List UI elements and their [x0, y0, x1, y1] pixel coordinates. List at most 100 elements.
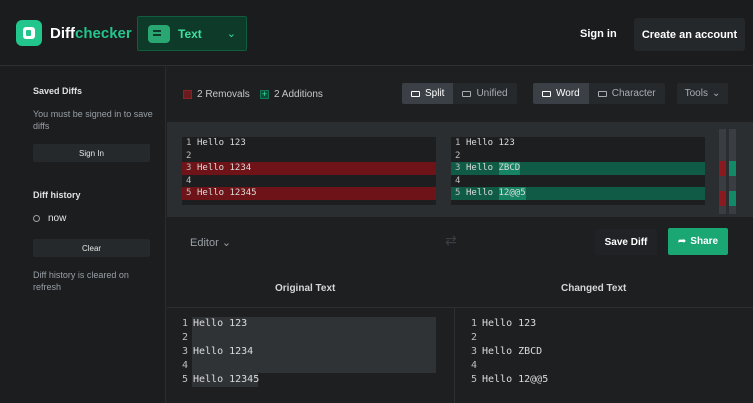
line-text: Hello 123 [193, 318, 248, 329]
line-number: 4 [455, 175, 461, 186]
line-number: 5 [182, 374, 189, 385]
changed-word-highlight: ZBCD [498, 162, 521, 175]
split-view-button[interactable]: Split [402, 83, 454, 104]
code-line: 3 Hello 1234 [178, 345, 438, 359]
logo-text: Diffchecker [50, 25, 132, 42]
chevron-down-icon: ⌄ [221, 237, 232, 249]
sidebar: Saved Diffs You must be signed in to sav… [0, 67, 166, 403]
share-icon: ➦ [677, 236, 687, 247]
code-line: 1 Hello 123 [178, 317, 438, 331]
diff-history-title: Diff history [33, 190, 81, 200]
line-number: 1 [182, 318, 189, 329]
character-icon [597, 90, 607, 97]
tools-label: Tools [684, 88, 708, 99]
clear-history-button[interactable]: Clear [33, 239, 150, 257]
code-line: 3 Hello 1234 [182, 162, 436, 175]
line-number: 2 [182, 332, 189, 343]
radio-icon [33, 215, 40, 222]
editor-label: Editor [190, 237, 219, 249]
line-number: 5 [186, 188, 192, 198]
line-number: 1 [471, 318, 478, 329]
saved-diffs-title: Saved Diffs [33, 86, 83, 96]
line-text: Hello [466, 163, 499, 173]
diffchecker-logo-icon [16, 20, 42, 46]
history-item[interactable]: now [33, 213, 66, 224]
code-line: 4 [467, 359, 727, 373]
line-number: 3 [455, 163, 461, 173]
character-label: Character [611, 88, 656, 99]
code-line: 2 [178, 331, 438, 345]
unified-label: Unified [476, 88, 508, 99]
diff-minimap[interactable] [719, 129, 741, 214]
code-line: 2 [467, 331, 727, 345]
original-text-title: Original Text [275, 283, 336, 294]
share-button[interactable]: ➦ Share [668, 228, 728, 255]
original-diff-pane: 1 Hello 123 2 3 Hello 1234 4 5 Hello 12345 [182, 137, 436, 205]
split-label: Split [425, 88, 445, 99]
logo-name: Diff [50, 24, 75, 42]
line-text: Hello 12345 [193, 374, 260, 385]
removals-count: 2 Removals [183, 89, 250, 100]
view-mode-toggle: Split Unified [402, 83, 517, 104]
word-label: Word [556, 88, 580, 99]
minimap-addition-mark [729, 161, 736, 176]
minimap-removal-mark [719, 191, 726, 206]
editor-dropdown[interactable]: Editor ⌄ [190, 236, 231, 249]
unified-icon [462, 90, 472, 97]
sidebar-sign-in-button[interactable]: Sign In [33, 144, 150, 162]
removals-label: 2 Removals [197, 89, 250, 100]
line-number: 1 [455, 138, 461, 148]
line-text: Hello 1234 [197, 163, 252, 173]
line-text: Hello [466, 188, 499, 198]
unified-view-button[interactable]: Unified [453, 83, 517, 104]
character-button[interactable]: Character [588, 83, 665, 104]
diff-type-dropdown[interactable]: Text ⌄ [137, 16, 247, 51]
code-line: 1 Hello 123 [467, 317, 727, 331]
removal-icon [183, 90, 192, 99]
divider [454, 308, 455, 403]
line-number: 4 [182, 360, 189, 371]
changed-word-highlight: 12@@5 [498, 187, 526, 200]
changed-text-editor[interactable]: 1 Hello 123 2 3 Hello ZBCD 4 5 Hello 12@@5 [467, 317, 727, 387]
granularity-toggle: Word Character [533, 83, 665, 104]
code-line: 3 Hello ZBCD [467, 345, 727, 359]
chevron-down-icon: ⌄ [226, 28, 236, 40]
code-line: 5 Hello 12@@5 [467, 373, 727, 387]
additions-label: 2 Additions [274, 89, 323, 100]
line-number: 2 [455, 150, 461, 161]
sign-in-link[interactable]: Sign in [580, 28, 617, 40]
code-line: 2 [182, 150, 436, 163]
line-number: 3 [186, 163, 192, 173]
line-text: Hello ZBCD [482, 346, 543, 357]
code-line: 5 Hello 12345 [182, 187, 436, 200]
editor-bar: Editor ⌄ ⇄ Save Diff ➦ Share [167, 217, 753, 267]
original-text-editor[interactable]: 1 Hello 123 2 3 Hello 1234 4 5 Hello 12345 [178, 317, 438, 387]
save-diff-button[interactable]: Save Diff [595, 229, 657, 255]
minimap-removal-mark [719, 161, 726, 176]
diff-toolbar: 2 Removals + 2 Additions Split Unified W… [167, 67, 753, 122]
code-line: 4 [178, 359, 438, 373]
top-bar: Diffchecker Text ⌄ Sign in Create an acc… [0, 0, 753, 66]
code-line: 4 [182, 175, 436, 188]
tools-dropdown[interactable]: Tools ⌄ [677, 83, 728, 104]
line-text: Hello 123 [482, 318, 537, 329]
line-text: Hello 1234 [193, 346, 254, 357]
word-button[interactable]: Word [533, 83, 589, 104]
line-number: 5 [471, 374, 478, 385]
logo-accent: checker [75, 24, 132, 42]
line-number: 5 [455, 188, 461, 198]
swap-icon[interactable]: ⇄ [445, 232, 457, 249]
minimap-addition-mark [729, 191, 736, 206]
create-account-button[interactable]: Create an account [634, 18, 745, 51]
changed-text-title: Changed Text [561, 283, 627, 294]
text-doc-icon [148, 24, 170, 43]
line-number: 3 [471, 346, 478, 357]
word-icon [542, 90, 551, 97]
addition-icon: + [260, 89, 269, 99]
changed-diff-pane: 1 Hello 123 2 3 Hello ZBCD 4 5 Hello 12@@5 [451, 137, 705, 205]
code-line: 1 Hello 123 [182, 137, 436, 150]
line-text: Hello 12@@5 [482, 374, 549, 385]
line-number: 2 [186, 150, 192, 161]
split-icon [411, 90, 420, 97]
logo[interactable]: Diffchecker [16, 20, 132, 46]
